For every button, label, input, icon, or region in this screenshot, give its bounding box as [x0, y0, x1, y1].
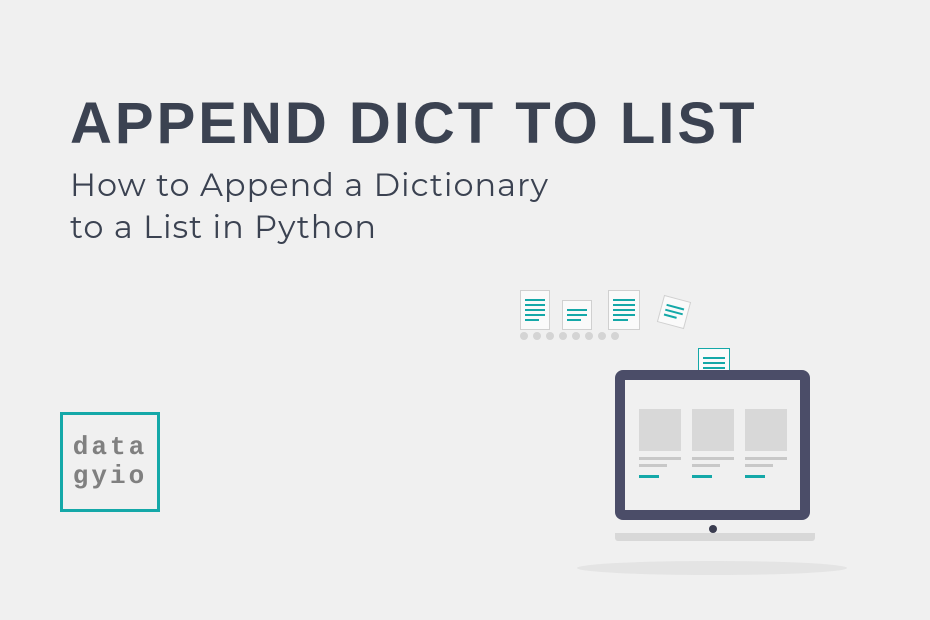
monitor-illustration	[615, 370, 810, 570]
logo-line-1: data	[73, 433, 147, 462]
document-icon	[657, 295, 691, 329]
document-icon	[608, 290, 640, 330]
page-title: APPEND DICT TO LIST	[70, 95, 930, 153]
document-icon	[562, 300, 592, 330]
illustration	[520, 290, 890, 580]
pagination-dots	[520, 332, 619, 340]
subtitle-line-2: to a List in Python	[70, 208, 377, 247]
subtitle-line-1: How to Append a Dictionary	[70, 166, 549, 205]
document-icon	[520, 290, 550, 330]
logo-line-2: gyio	[73, 462, 147, 491]
datagy-logo: data gyio	[60, 412, 160, 512]
page-subtitle: How to Append a Dictionary to a List in …	[70, 165, 930, 248]
